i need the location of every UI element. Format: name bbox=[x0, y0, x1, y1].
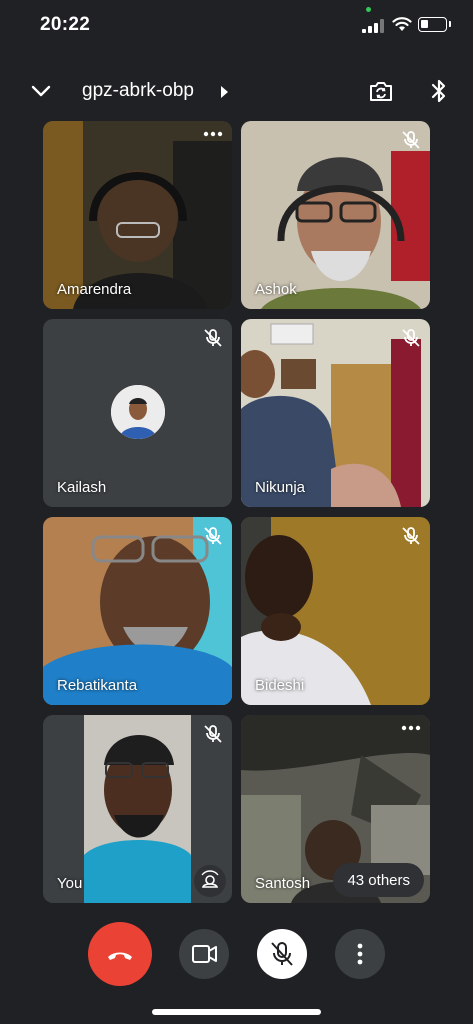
mic-off-icon bbox=[204, 725, 222, 743]
participant-tile-kailash[interactable]: Kailash bbox=[43, 319, 232, 507]
participant-tile-santosh[interactable]: Santosh 43 others bbox=[241, 715, 430, 903]
bluetooth-icon[interactable] bbox=[429, 78, 449, 104]
avatar bbox=[111, 385, 165, 439]
meeting-header: gpz-abrk-obp bbox=[0, 70, 473, 114]
battery-icon bbox=[418, 17, 447, 32]
participant-tile-bideshi[interactable]: Bideshi bbox=[241, 517, 430, 705]
mic-off-icon bbox=[271, 942, 293, 966]
call-controls bbox=[0, 922, 473, 986]
battery-cap bbox=[449, 21, 451, 27]
participant-tile-amarendra[interactable]: Amarendra bbox=[43, 121, 232, 309]
participant-name: Rebatikanta bbox=[57, 677, 138, 694]
participant-tile-ashok[interactable]: Ashok bbox=[241, 121, 430, 309]
participant-tile-nikunja[interactable]: Nikunja bbox=[241, 319, 430, 507]
participant-name: Amarendra bbox=[57, 281, 132, 298]
camera-effects-icon[interactable] bbox=[194, 865, 226, 897]
end-call-icon bbox=[108, 952, 132, 960]
participant-name: Nikunja bbox=[255, 479, 306, 496]
mic-off-icon bbox=[402, 329, 420, 347]
chevron-down-icon[interactable] bbox=[28, 78, 54, 104]
camera-icon bbox=[192, 945, 217, 963]
mic-toggle-button[interactable] bbox=[257, 929, 307, 979]
participant-name: Santosh bbox=[255, 875, 311, 892]
others-count-button[interactable]: 43 others bbox=[333, 863, 424, 897]
participant-name: Ashok bbox=[255, 281, 297, 298]
mic-off-icon bbox=[402, 527, 420, 545]
more-horiz-icon[interactable] bbox=[400, 723, 422, 733]
participant-tile-you[interactable]: You bbox=[43, 715, 232, 903]
more-vert-icon bbox=[357, 943, 363, 965]
status-bar: 20:22 bbox=[0, 0, 473, 52]
participant-name: Bideshi bbox=[255, 677, 305, 694]
recording-dot bbox=[366, 7, 371, 12]
more-options-button[interactable] bbox=[335, 929, 385, 979]
camera-toggle-button[interactable] bbox=[179, 929, 229, 979]
mic-off-icon bbox=[204, 329, 222, 347]
participant-name: Kailash bbox=[57, 479, 107, 496]
signal-icon bbox=[362, 19, 384, 33]
others-count-label: 43 others bbox=[347, 871, 410, 889]
self-video-preview bbox=[84, 715, 191, 903]
camera-flip-icon[interactable] bbox=[368, 79, 394, 103]
participant-tile-rebatikanta[interactable]: Rebatikanta bbox=[43, 517, 232, 705]
more-horiz-icon[interactable] bbox=[202, 129, 224, 139]
end-call-button[interactable] bbox=[88, 922, 152, 986]
meeting-info-arrow-icon[interactable] bbox=[221, 86, 228, 98]
status-time: 20:22 bbox=[40, 14, 91, 35]
mic-off-icon bbox=[204, 527, 222, 545]
wifi-icon bbox=[392, 17, 412, 31]
meeting-code[interactable]: gpz-abrk-obp bbox=[82, 80, 194, 102]
mic-off-icon bbox=[402, 131, 420, 149]
participant-name: You bbox=[57, 875, 83, 892]
home-indicator[interactable] bbox=[152, 1009, 321, 1015]
